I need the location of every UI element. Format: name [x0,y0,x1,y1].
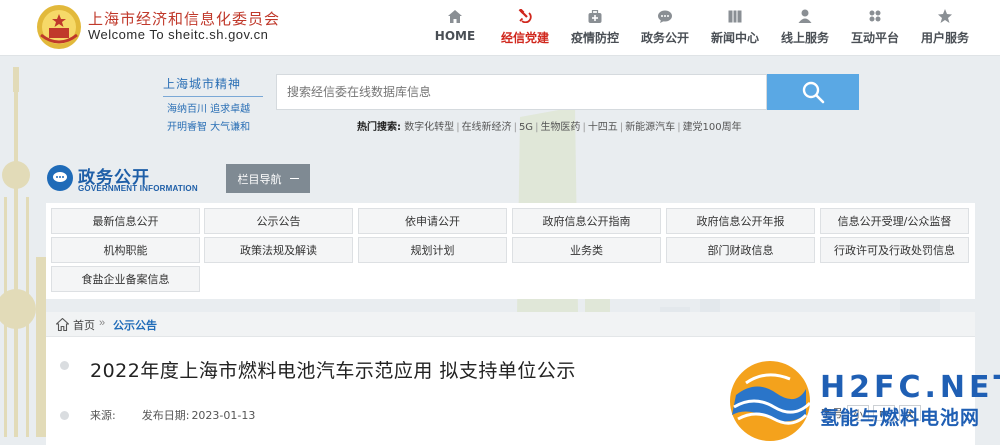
breadcrumb-current[interactable]: 公示公告 [113,317,157,333]
nav-label: 新闻中心 [710,31,759,45]
nav-label: HOME [434,29,476,43]
watermark-text-cn: 氢能与燃料电池网 [820,407,981,429]
category-on-request[interactable]: 依申请公开 [358,208,507,234]
breadcrumb-home[interactable]: 首页 [73,317,95,333]
category-business[interactable]: 业务类 [512,237,661,263]
hammer-sickle-icon [517,8,533,24]
nav-item-news[interactable]: 新闻中心 [700,0,770,56]
nav-item-interaction[interactable]: 互动平台 [840,0,910,56]
slogan-line: 海纳百川 追求卓越 [167,104,251,115]
hot-keyword[interactable]: 在线新经济 [462,122,512,133]
category-salt-filing[interactable]: 食盐企业备案信息 [51,266,200,292]
bullet-dot [60,361,69,370]
site-name-en[interactable]: Welcome To sheitc.sh.gov.cn [88,27,268,42]
category-planning[interactable]: 规划计划 [358,237,507,263]
category-latest[interactable]: 最新信息公开 [51,208,200,234]
search-icon [802,81,825,104]
article-title: 2022年度上海市燃料电池汽车示范应用 拟支持单位公示 [90,360,576,382]
site-name-cn[interactable]: 上海市经济和信息化委员会 [88,8,280,29]
person-icon [797,8,813,24]
slogan-title: 上海城市精神 [163,75,263,97]
hot-keyword[interactable]: 生物医药 [540,122,580,133]
column-nav-toggle[interactable]: 栏目导航 [226,164,310,193]
nav-item-user-service[interactable]: 用户服务 [910,0,980,56]
minus-icon [289,177,299,180]
nav-label: 线上服务 [780,31,829,45]
category-guide[interactable]: 政府信息公开指南 [512,208,661,234]
speech-bubble-icon [47,165,73,191]
section-subtitle: GOVERNMENT INFORMATION [78,184,198,193]
source-label: 来源: [90,409,116,422]
watermark-text-en: H2FC.NET [820,370,1000,405]
nav-label: 互动平台 [850,31,899,45]
category-functions[interactable]: 机构职能 [51,237,200,263]
nav-label: 疫情防控 [570,31,619,45]
hot-search-label: 热门搜索: [357,122,401,133]
hot-keyword[interactable]: 5G [519,122,533,133]
article-meta: 来源: 发布日期: 2023-01-13 [90,407,281,423]
category-finance[interactable]: 部门财政信息 [666,237,815,263]
date-label: 发布日期: [141,409,190,422]
breadcrumb: 首页 » 公示公告 [46,312,975,337]
nav-item-home[interactable]: HOME [420,0,490,56]
bullet-dot [60,411,69,420]
hot-keyword[interactable]: 新能源汽车 [625,122,675,133]
user-star-icon [937,8,953,24]
main-nav: HOME 经信党建 疫情防控 政务公开 新闻中心 线上服务 互动平台 用户服务 [420,0,980,56]
search-input[interactable] [287,75,757,109]
emblem-icon[interactable] [35,3,83,51]
hot-search: 热门搜索: 数字化转型 | 在线新经济 | 5G | 生物医药 | 十四五 | 新能源汽车 | 建党10… [357,122,742,133]
nav-item-party-building[interactable]: 经信党建 [490,0,560,56]
nav-item-gov-affairs[interactable]: 政务公开 [630,0,700,56]
search-button[interactable] [767,74,859,110]
home-icon [447,8,463,24]
search-box [276,74,767,110]
publish-date: 2023-01-13 [191,409,256,422]
category-supervision[interactable]: 信息公开受理/公众监督 [820,208,969,234]
slogan-line: 开明睿智 大气谦和 [167,122,251,133]
category-annual-report[interactable]: 政府信息公开年报 [666,208,815,234]
column-nav-label: 栏目导航 [237,172,282,186]
city-spirit-slogan: 上海城市精神 海纳百川 追求卓越 开明睿智 大气谦和 [163,75,263,133]
nav-label: 政务公开 [640,31,689,45]
category-announcements[interactable]: 公示公告 [204,208,353,234]
category-policies[interactable]: 政策法规及解读 [204,237,353,263]
breadcrumb-separator: » [99,317,106,329]
nav-label: 经信党建 [500,31,549,45]
category-licensing[interactable]: 行政许可及行政处罚信息 [820,237,969,263]
site-header: 上海市经济和信息化委员会 Welcome To sheitc.sh.gov.cn… [0,0,1000,56]
nav-item-epidemic[interactable]: 疫情防控 [560,0,630,56]
category-panel: 最新信息公开 公示公告 依申请公开 政府信息公开指南 政府信息公开年报 信息公开… [46,203,975,299]
nav-label: 用户服务 [920,31,969,45]
chat-bubble-icon [657,8,673,24]
medical-kit-icon [587,8,603,24]
nav-item-online-service[interactable]: 线上服务 [770,0,840,56]
people-icon [867,8,883,24]
hot-keyword[interactable]: 十四五 [588,122,618,133]
hot-keyword[interactable]: 建党100周年 [683,122,742,133]
newspaper-icon [727,8,743,24]
hot-keyword[interactable]: 数字化转型 [404,122,454,133]
home-icon [56,318,69,331]
